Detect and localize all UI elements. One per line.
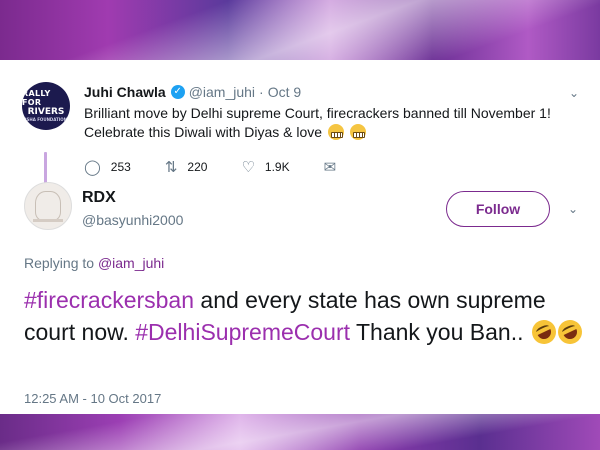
direct-message-action[interactable]: ✉	[324, 158, 347, 176]
rolling-laughing-face-icon	[527, 316, 560, 348]
reply-text-part2: Thank you Ban..	[350, 319, 524, 345]
chevron-down-icon[interactable]: ⌄	[569, 86, 579, 100]
avatar-text-line1: RALLY FOR	[22, 89, 51, 107]
replying-to-line: Replying to @iam_juhi	[24, 255, 164, 271]
like-action[interactable]: ♡ 1.9K	[241, 158, 289, 176]
reply-timestamp[interactable]: 12:25 AM - 10 Oct 2017	[24, 391, 161, 406]
header-separator: ·	[259, 84, 264, 100]
reply-count: 253	[110, 160, 131, 174]
heart-icon: ♡	[241, 158, 255, 176]
reply-author-avatar[interactable]	[24, 182, 72, 230]
decorative-banner-bottom	[0, 414, 600, 450]
avatar-text-line3: ISHA FOUNDATION	[24, 117, 67, 122]
reply-icon: ◯	[84, 158, 101, 176]
grimacing-face-icon	[327, 124, 344, 140]
like-count: 1.9K	[264, 160, 290, 174]
hashtag-firecrackersban[interactable]: #firecrackersban	[24, 287, 194, 313]
original-tweet-header: Juhi Chawla ✓ @iam_juhi · Oct 9	[84, 84, 301, 100]
reply-author-handle[interactable]: @basyunhi2000	[82, 212, 183, 228]
avatar-sketch-line	[33, 219, 63, 222]
tweet-date[interactable]: Oct 9	[268, 84, 301, 100]
follow-button[interactable]: Follow	[446, 191, 550, 227]
hashtag-delhisupremecourt[interactable]: #DelhiSupremeCourt	[135, 319, 350, 345]
reply-tweet-text: #firecrackersban and every state has own…	[24, 284, 586, 348]
replying-to-label: Replying to	[24, 255, 95, 271]
author-name[interactable]: Juhi Chawla	[84, 84, 166, 100]
avatar-sketch	[35, 191, 61, 221]
original-tweet[interactable]: RALLY FOR RIVERS ISHA FOUNDATION Juhi Ch…	[20, 70, 585, 176]
rolling-laughing-face-icon	[553, 316, 586, 348]
avatar-text-line2: RIVERS	[27, 107, 65, 117]
verified-badge-icon: ✓	[170, 85, 185, 99]
chevron-down-icon[interactable]: ⌄	[568, 202, 578, 216]
envelope-icon: ✉	[323, 158, 337, 176]
retweet-icon: ⇅	[164, 158, 178, 176]
original-tweet-body: Brilliant move by Delhi supreme Court, f…	[84, 105, 551, 140]
grimacing-face-icon	[349, 124, 366, 140]
replying-to-mention[interactable]: @iam_juhi	[98, 255, 164, 271]
tweet-card: RALLY FOR RIVERS ISHA FOUNDATION Juhi Ch…	[0, 60, 600, 414]
original-tweet-avatar[interactable]: RALLY FOR RIVERS ISHA FOUNDATION	[22, 82, 70, 130]
reply-author-name[interactable]: RDX	[82, 189, 116, 207]
retweet-count: 220	[187, 160, 208, 174]
original-tweet-text: Brilliant move by Delhi supreme Court, f…	[84, 104, 579, 142]
tweet-actions: ◯ 253 ⇅ 220 ♡ 1.9K ✉	[84, 158, 380, 176]
retweet-action[interactable]: ⇅ 220	[165, 158, 208, 176]
author-handle[interactable]: @iam_juhi	[189, 84, 255, 100]
decorative-banner-top	[0, 0, 600, 60]
reply-action[interactable]: ◯ 253	[84, 158, 131, 176]
